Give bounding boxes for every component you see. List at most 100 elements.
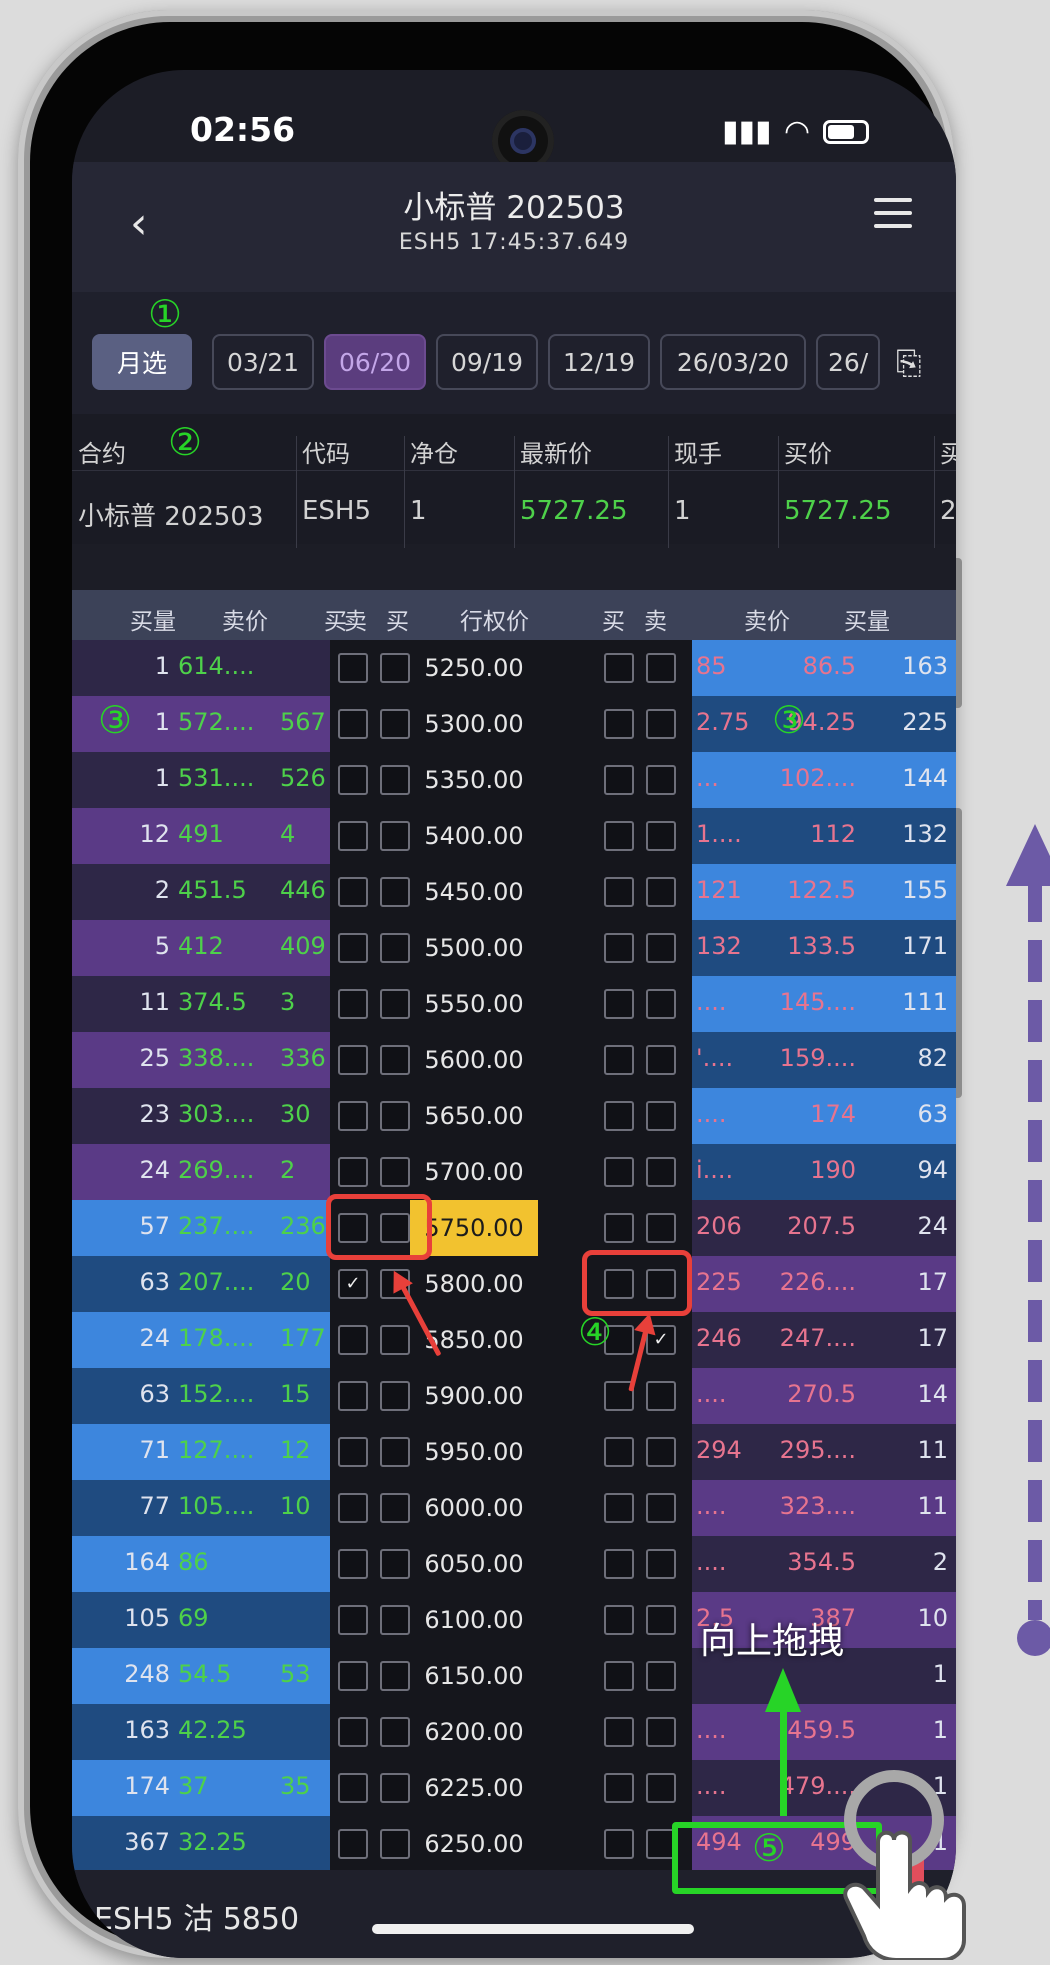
call-buy-checkbox[interactable] (380, 653, 410, 683)
option-row[interactable]: 1 531.... 526 5350.00... 102.... 144 (72, 752, 956, 808)
put-sell-checkbox[interactable] (646, 1437, 676, 1467)
put-sell-checkbox[interactable] (646, 1101, 676, 1131)
put-quote-cell[interactable]: .... 270.5 14 (692, 1368, 956, 1424)
option-row[interactable]: 24 178.... 177 5850.00 ✓ 246 247.... 17 (72, 1312, 956, 1368)
call-sell-checkbox[interactable]: ✓ (338, 1269, 368, 1299)
put-sell-checkbox[interactable] (646, 877, 676, 907)
call-sell-checkbox[interactable] (338, 709, 368, 739)
option-row[interactable]: 5 412 409 5500.00 132 133.5 171 (72, 920, 956, 976)
tab-expiry-0919[interactable]: 09/19 (436, 334, 538, 390)
call-sell-checkbox[interactable] (338, 821, 368, 851)
put-buy-checkbox[interactable] (604, 1661, 634, 1691)
put-quote-cell[interactable]: i.... 190 94 (692, 1144, 956, 1200)
put-quote-cell[interactable]: 206 207.5 24 (692, 1200, 956, 1256)
option-row[interactable]: 12 491 4 5400.00 1.... 112 132 (72, 808, 956, 864)
call-buy-checkbox[interactable] (380, 1325, 410, 1355)
put-sell-checkbox[interactable] (646, 1717, 676, 1747)
call-quote-cell[interactable]: 11 374.5 3 (72, 976, 330, 1032)
put-buy-checkbox[interactable] (604, 821, 634, 851)
put-quote-cell[interactable]: .... 174 63 (692, 1088, 956, 1144)
option-row[interactable]: 2 451.5 446 5450.00 121 122.5 155 (72, 864, 956, 920)
put-quote-cell[interactable]: ... 102.... 144 (692, 752, 956, 808)
home-indicator[interactable] (372, 1924, 694, 1934)
put-buy-checkbox[interactable] (604, 1717, 634, 1747)
call-quote-cell[interactable]: 1 531.... 526 (72, 752, 330, 808)
call-quote-cell[interactable]: 105 69 (72, 1592, 330, 1648)
call-quote-cell[interactable]: 24 269.... 2 (72, 1144, 330, 1200)
put-buy-checkbox[interactable] (604, 877, 634, 907)
put-sell-checkbox[interactable] (646, 1661, 676, 1691)
call-sell-checkbox[interactable] (338, 1437, 368, 1467)
option-row[interactable]: 163 42.25 6200.00.... 459.5 1 (72, 1704, 956, 1760)
call-sell-checkbox[interactable] (338, 1157, 368, 1187)
put-sell-checkbox[interactable] (646, 709, 676, 739)
tab-expiry-260320[interactable]: 26/03/20 (660, 334, 806, 390)
call-quote-cell[interactable]: 248 54.5 53 (72, 1648, 330, 1704)
option-row[interactable]: 77 105.... 10 6000.00.... 323.... 11 (72, 1480, 956, 1536)
option-row[interactable]: 164 86 6050.00.... 354.5 2 (72, 1536, 956, 1592)
call-quote-cell[interactable]: 12 491 4 (72, 808, 330, 864)
option-row[interactable]: 11 374.5 3 5550.00.... 145.... 111 (72, 976, 956, 1032)
put-quote-cell[interactable]: .... 354.5 2 (692, 1536, 956, 1592)
put-sell-checkbox[interactable] (646, 1213, 676, 1243)
put-sell-checkbox[interactable] (646, 821, 676, 851)
put-buy-checkbox[interactable] (604, 1101, 634, 1131)
call-sell-checkbox[interactable] (338, 1325, 368, 1355)
call-buy-checkbox[interactable] (380, 1661, 410, 1691)
call-buy-checkbox[interactable] (380, 877, 410, 907)
call-buy-checkbox[interactable] (380, 709, 410, 739)
put-quote-cell[interactable]: 294 295.... 11 (692, 1424, 956, 1480)
option-row[interactable]: 63 152.... 15 5900.00.... 270.5 14 (72, 1368, 956, 1424)
put-quote-cell[interactable]: .... 459.5 1 (692, 1704, 956, 1760)
put-buy-checkbox[interactable] (604, 1549, 634, 1579)
put-sell-checkbox[interactable] (646, 1045, 676, 1075)
call-sell-checkbox[interactable] (338, 765, 368, 795)
call-sell-checkbox[interactable] (338, 877, 368, 907)
call-buy-checkbox[interactable] (380, 1829, 410, 1859)
call-sell-checkbox[interactable] (338, 1717, 368, 1747)
call-buy-checkbox[interactable] (380, 1773, 410, 1803)
call-buy-checkbox[interactable] (380, 1493, 410, 1523)
call-sell-checkbox[interactable] (338, 1829, 368, 1859)
put-sell-checkbox[interactable] (646, 1157, 676, 1187)
call-sell-checkbox[interactable] (338, 1773, 368, 1803)
call-sell-checkbox[interactable] (338, 989, 368, 1019)
call-quote-cell[interactable]: 163 42.25 (72, 1704, 330, 1760)
put-buy-checkbox[interactable] (604, 1773, 634, 1803)
call-quote-cell[interactable]: 77 105.... 10 (72, 1480, 330, 1536)
option-row[interactable]: 24 269.... 2 5700.00 i.... 190 94 (72, 1144, 956, 1200)
put-quote-cell[interactable]: 246 247.... 17 (692, 1312, 956, 1368)
call-buy-checkbox[interactable] (380, 821, 410, 851)
call-sell-checkbox[interactable] (338, 1549, 368, 1579)
option-row[interactable]: 174 37 35 6225.00.... 479.... 1 (72, 1760, 956, 1816)
put-buy-checkbox[interactable] (604, 989, 634, 1019)
call-sell-checkbox[interactable] (338, 1381, 368, 1411)
call-sell-checkbox[interactable] (338, 1661, 368, 1691)
option-row[interactable]: 63 207.... 20 ✓ 5800.00 225 226.... 17 (72, 1256, 956, 1312)
call-quote-cell[interactable]: 5 412 409 (72, 920, 330, 976)
call-quote-cell[interactable]: 174 37 35 (72, 1760, 330, 1816)
call-quote-cell[interactable]: 1 614.... (72, 640, 330, 696)
call-sell-checkbox[interactable] (338, 653, 368, 683)
call-buy-checkbox[interactable] (380, 1101, 410, 1131)
tab-expiry-0321[interactable]: 03/21 (212, 334, 314, 390)
call-buy-checkbox[interactable] (380, 1549, 410, 1579)
call-sell-checkbox[interactable] (338, 1101, 368, 1131)
call-sell-checkbox[interactable] (338, 933, 368, 963)
put-buy-checkbox[interactable] (604, 1437, 634, 1467)
call-quote-cell[interactable]: 367 32.25 (72, 1816, 330, 1872)
put-quote-cell[interactable]: 85 86.5 163 (692, 640, 956, 696)
put-buy-checkbox[interactable] (604, 933, 634, 963)
put-sell-checkbox[interactable] (646, 1773, 676, 1803)
call-quote-cell[interactable]: 23 303.... 30 (72, 1088, 330, 1144)
call-sell-checkbox[interactable] (338, 1493, 368, 1523)
call-sell-checkbox[interactable] (338, 1605, 368, 1635)
tab-monthly[interactable]: 月选 (92, 334, 192, 390)
put-quote-cell[interactable]: '.... 159.... 82 (692, 1032, 956, 1088)
call-buy-checkbox[interactable] (380, 1157, 410, 1187)
call-buy-checkbox[interactable] (380, 989, 410, 1019)
put-buy-checkbox[interactable] (604, 765, 634, 795)
put-quote-cell[interactable]: 132 133.5 171 (692, 920, 956, 976)
call-quote-cell[interactable]: 24 178.... 177 (72, 1312, 330, 1368)
call-buy-checkbox[interactable] (380, 765, 410, 795)
